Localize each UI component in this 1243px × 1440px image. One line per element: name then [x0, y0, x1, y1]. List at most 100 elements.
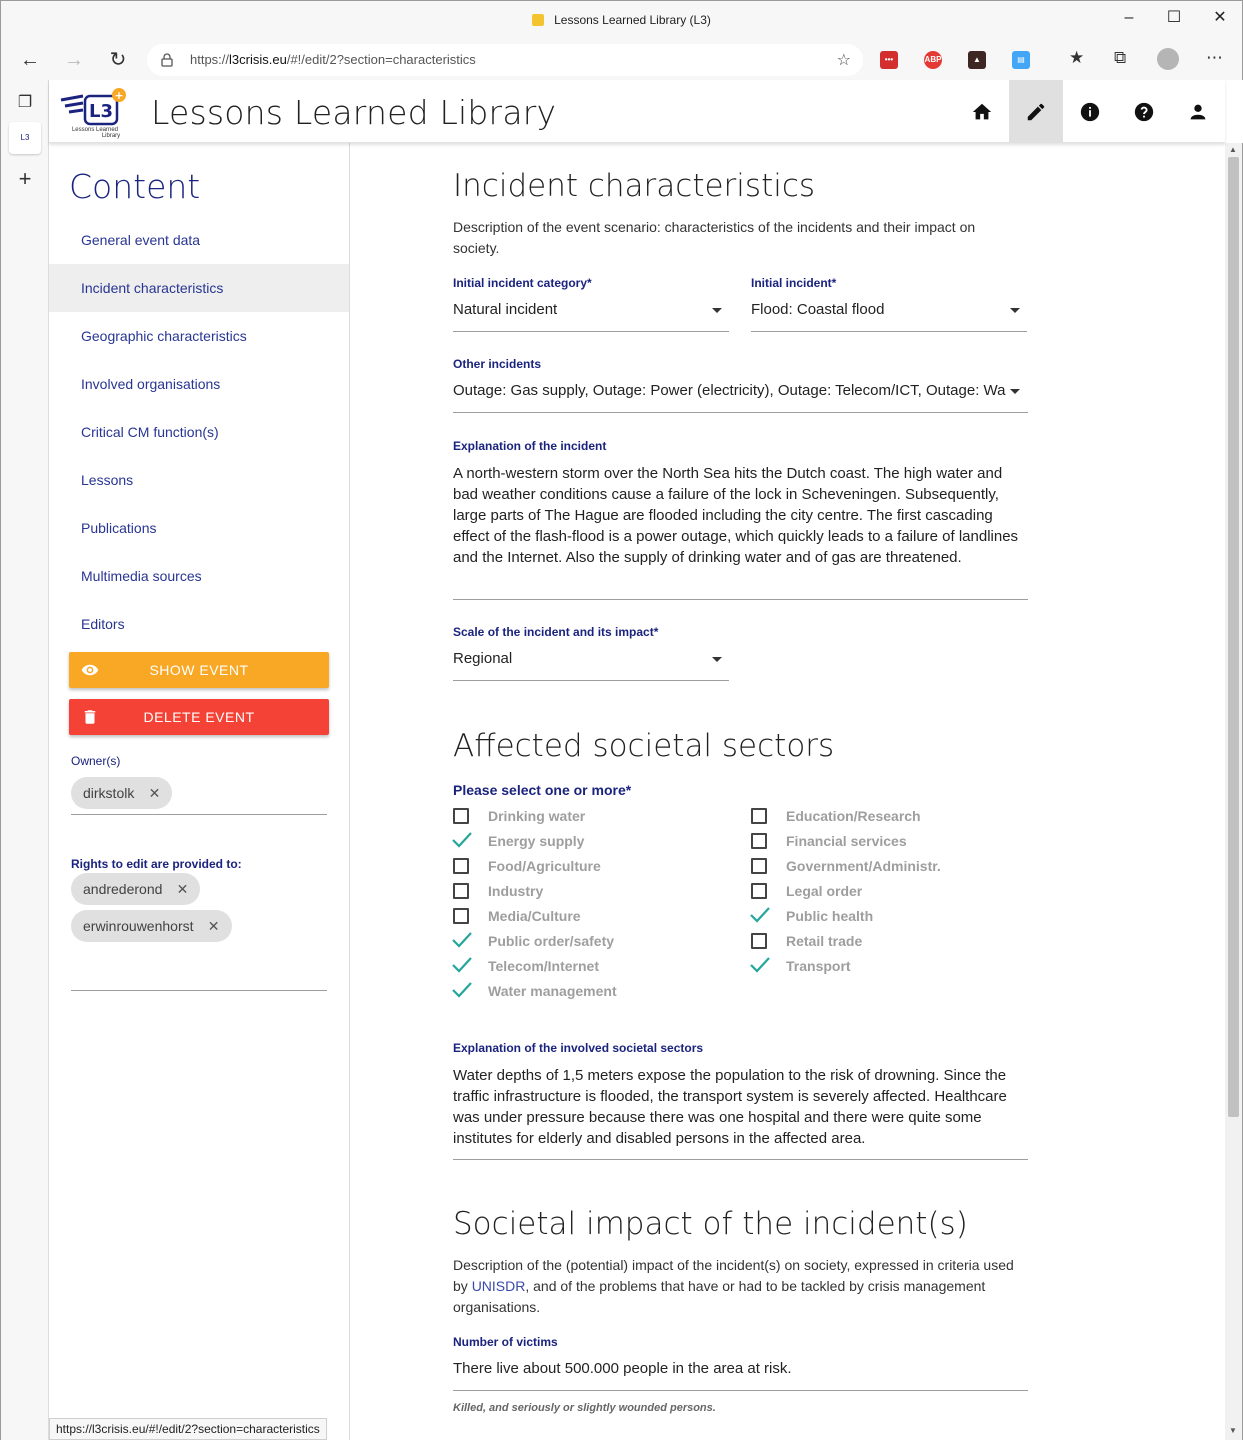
scroll-up-icon[interactable]: ▲ [1229, 145, 1237, 154]
add-favorite-icon[interactable]: ☆ [837, 50, 851, 70]
checkmark-icon [750, 957, 770, 973]
sidebar-item-incident-characteristics[interactable]: Incident characteristics [49, 264, 349, 312]
edit-button[interactable] [1009, 80, 1063, 143]
delete-event-label: DELETE EVENT [143, 709, 255, 725]
sectors-prompt: Please select one or more* [453, 782, 632, 798]
initial-incident-underline [751, 331, 1027, 332]
section-nav: General event data Incident characterist… [49, 216, 349, 648]
favorites-icon[interactable]: ★ [1069, 48, 1084, 68]
profile-avatar[interactable] [1157, 48, 1179, 70]
sidebar-item-geographic-characteristics[interactable]: Geographic characteristics [49, 312, 349, 360]
remove-editor-icon[interactable]: ✕ [177, 873, 189, 905]
sidebar-item-publications[interactable]: Publications [49, 504, 349, 552]
sector-label: Telecom/Internet [488, 958, 599, 974]
tab-favicon-icon [532, 14, 545, 26]
svg-text:L3: L3 [89, 101, 113, 122]
editor-chip: andrederond ✕ [71, 873, 201, 905]
editor-chip-label: erwinrouwenhorst [83, 918, 194, 934]
checkbox-box [751, 883, 767, 899]
account-button[interactable] [1171, 80, 1225, 143]
initial-incident-select[interactable]: Flood: Coastal flood [751, 301, 1001, 318]
close-window-button[interactable]: ✕ [1200, 5, 1240, 31]
info-icon [1080, 102, 1100, 121]
checkbox-box [751, 833, 767, 849]
scale-underline [453, 680, 729, 681]
impact-section-title: Societal impact of the incident(s) [453, 1206, 968, 1242]
sidebar-item-multimedia-sources[interactable]: Multimedia sources [49, 552, 349, 600]
scroll-thumb[interactable] [1228, 157, 1239, 1117]
checkbox-box [453, 858, 469, 874]
eye-icon [81, 664, 99, 676]
owners-underline [71, 814, 327, 815]
sidebar-item-editors[interactable]: Editors [49, 600, 349, 648]
l3-logo: L3 + Lessons Learned Library [60, 88, 126, 139]
extension-dark-icon[interactable]: ▲ [968, 51, 986, 69]
browser-toolbar: ← → ↻ https://l3crisis.eu/#!/edit/2?sect… [0, 40, 1243, 80]
sidebar-item-general-event-data[interactable]: General event data [49, 216, 349, 264]
extension-lastpass-icon[interactable]: ••• [880, 51, 898, 69]
owner-chip: dirkstolk ✕ [71, 777, 173, 809]
unisdr-link[interactable]: UNISDR [472, 1278, 526, 1294]
remove-owner-icon[interactable]: ✕ [149, 777, 161, 809]
more-menu-icon[interactable]: ⋯ [1206, 48, 1223, 68]
sector-label: Industry [488, 883, 544, 899]
minimize-button[interactable]: – [1109, 5, 1149, 31]
other-incidents-select[interactable]: Outage: Gas supply, Outage: Power (elect… [453, 382, 1028, 399]
tab-actions-icon[interactable]: ❐ [14, 92, 36, 114]
chevron-down-icon [1010, 308, 1020, 313]
back-button[interactable]: ← [16, 46, 44, 74]
show-event-button[interactable]: SHOW EVENT [69, 652, 329, 688]
lock-icon [161, 53, 173, 67]
account-icon [1190, 104, 1206, 119]
checkmark-icon [452, 982, 472, 998]
victims-textarea[interactable]: There live about 500.000 people in the a… [453, 1360, 1028, 1377]
checkbox-box [751, 933, 767, 949]
sidebar-item-critical-cm-functions[interactable]: Critical CM function(s) [49, 408, 349, 456]
chevron-down-icon [712, 308, 722, 313]
sidebar-item-lessons[interactable]: Lessons [49, 456, 349, 504]
extension-adblock-icon[interactable]: ABP [924, 51, 942, 69]
info-button[interactable] [1063, 80, 1117, 143]
checkbox-box [453, 883, 469, 899]
maximize-button[interactable]: ☐ [1154, 5, 1194, 31]
collections-icon[interactable]: ⧉ [1114, 48, 1126, 68]
window-title: Lessons Learned Library (L3) [554, 13, 711, 27]
reload-button[interactable]: ↻ [104, 46, 132, 74]
victims-hint: Killed, and seriously or slightly wounde… [453, 1402, 716, 1414]
incident-category-select[interactable]: Natural incident [453, 301, 703, 318]
owner-chip-label: dirkstolk [83, 785, 135, 801]
incident-category-underline [453, 331, 729, 332]
home-button[interactable] [955, 80, 1009, 143]
scale-label: Scale of the incident and its impact* [453, 625, 659, 639]
delete-event-button[interactable]: DELETE EVENT [69, 699, 329, 735]
address-bar[interactable]: https://l3crisis.eu/#!/edit/2?section=ch… [147, 44, 863, 76]
remove-editor-icon[interactable]: ✕ [208, 910, 220, 942]
scale-select[interactable]: Regional [453, 650, 703, 667]
tab-lessons-learned[interactable]: L3 [9, 122, 41, 154]
status-url: https://l3crisis.eu/#!/edit/2?section=ch… [49, 1418, 327, 1440]
help-button[interactable] [1117, 80, 1171, 143]
svg-text:Library: Library [102, 133, 120, 139]
incident-explanation-underline [453, 599, 1028, 600]
victims-underline [453, 1390, 1028, 1391]
scroll-down-icon[interactable]: ▼ [1229, 1426, 1237, 1435]
forward-button[interactable]: → [60, 46, 88, 74]
svg-text:+: + [114, 89, 123, 102]
extension-reader-icon[interactable]: ▤ [1012, 51, 1030, 69]
sectors-explanation-textarea[interactable]: Water depths of 1,5 meters expose the po… [453, 1065, 1028, 1149]
browser-title-bar: Lessons Learned Library (L3) – ☐ ✕ [0, 0, 1243, 40]
new-tab-icon[interactable]: + [14, 168, 36, 190]
app-title: Lessons Learned Library [151, 93, 557, 132]
checkbox-box [751, 858, 767, 874]
sector-label: Financial services [786, 833, 907, 849]
url-text: https://l3crisis.eu/#!/edit/2?section=ch… [190, 52, 476, 67]
sector-label: Legal order [786, 883, 863, 899]
initial-incident-label: Initial incident* [751, 276, 837, 290]
sidebar-item-involved-organisations[interactable]: Involved organisations [49, 360, 349, 408]
checkmark-icon [750, 907, 770, 923]
sector-label: Retail trade [786, 933, 863, 949]
page-scrollbar[interactable]: ▲ ▼ [1225, 143, 1243, 1440]
incident-explanation-textarea[interactable]: A north-western storm over the North Sea… [453, 463, 1028, 568]
content-sidebar: Content General event data Incident char… [49, 143, 350, 1440]
chevron-down-icon [712, 657, 722, 662]
